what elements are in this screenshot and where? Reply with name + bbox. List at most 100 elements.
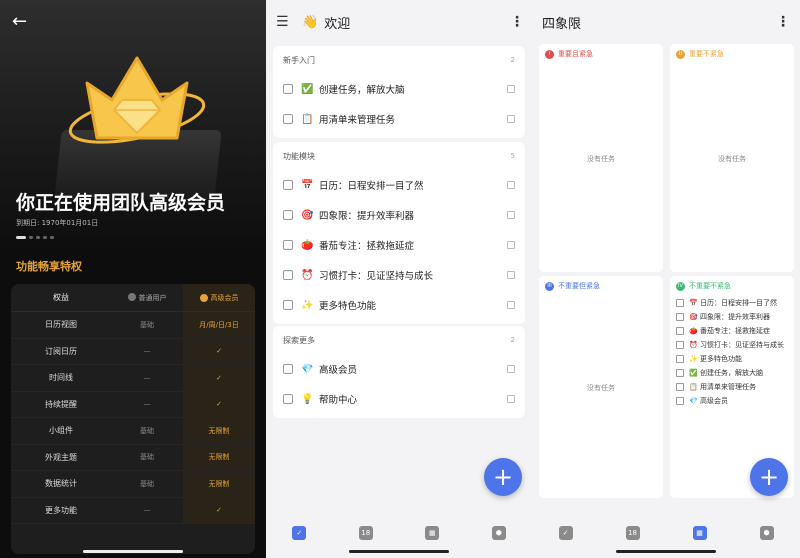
task-item[interactable]: 🎯 四象限：提升效率利器 <box>670 310 794 324</box>
membership-panel: ← 你正在使用团队高级会员 到期日: 1970年01月01日 功能畅享特权 权益… <box>0 0 266 558</box>
task-checkbox[interactable] <box>283 114 293 124</box>
task-item[interactable]: 🎯 四象限：提升效率利器 <box>273 200 525 230</box>
task-item[interactable]: ✅ 创建任务，解放大脑 <box>670 366 794 380</box>
quadrant-header: II 重要不紧急 <box>670 44 794 64</box>
quadrant-card[interactable]: III 不重要但紧急 没有任务 <box>539 276 663 498</box>
note-icon <box>507 241 515 249</box>
table-row: 时间线 — ✓ <box>11 365 255 392</box>
task-item[interactable]: 🍅 番茄专注：拯救拖延症 <box>670 324 794 338</box>
quadrant-header: I 重要且紧急 <box>539 44 663 64</box>
task-title: 日历：日程安排一目了然 <box>700 299 777 307</box>
carousel-dot <box>50 236 54 239</box>
add-task-button[interactable]: + <box>750 458 788 496</box>
benefit-name: 订阅日历 <box>45 346 77 356</box>
task-checkbox[interactable] <box>283 180 293 190</box>
task-title: 四象限：提升效率利器 <box>319 211 415 222</box>
task-checkbox[interactable] <box>676 299 684 307</box>
section-name: 新手入门 <box>283 55 315 65</box>
table-row: 外观主题 基础 无限制 <box>11 444 255 471</box>
task-checkbox[interactable] <box>283 84 293 94</box>
task-title: 高级会员 <box>319 365 358 376</box>
task-checkbox[interactable] <box>676 355 684 363</box>
task-item[interactable]: 💡 帮助中心 <box>273 384 525 414</box>
add-task-button[interactable]: + <box>484 458 522 496</box>
task-emoji: 📋 <box>689 383 698 391</box>
task-checkbox[interactable] <box>283 270 293 280</box>
task-emoji: ✅ <box>301 83 314 95</box>
task-checkbox[interactable] <box>676 341 684 349</box>
task-item[interactable]: 📋 用清单来管理任务 <box>273 104 525 134</box>
hexagon-icon[interactable]: ⬢ <box>491 526 506 540</box>
app-header: ☰ 👋 欢迎 <box>266 0 532 44</box>
basic-user-icon <box>127 292 136 301</box>
task-title: 习惯打卡：见证坚持与成长 <box>319 271 434 282</box>
premium-value: 月/周/日/3日 <box>183 312 255 338</box>
task-item[interactable]: ⏰ 习惯打卡：见证坚持与成长 <box>670 338 794 352</box>
task-item[interactable]: 💎 高级会员 <box>670 394 794 408</box>
quadrant-card[interactable]: I 重要且紧急 没有任务 <box>539 44 663 272</box>
quadrant-name: 重要且紧急 <box>558 50 593 58</box>
calendar-icon[interactable]: 18 <box>625 526 640 540</box>
task-checkbox[interactable] <box>676 313 684 321</box>
features-title: 功能畅享特权 <box>16 260 82 273</box>
table-row: 更多功能 — ✓ <box>11 497 255 524</box>
benefit-name: 更多功能 <box>45 505 77 515</box>
grid-icon[interactable]: ▦ <box>425 526 440 540</box>
task-item[interactable]: 📋 用清单来管理任务 <box>670 380 794 394</box>
task-checkbox[interactable] <box>283 394 293 404</box>
task-item[interactable]: ✨ 更多特色功能 <box>670 352 794 366</box>
card-padding <box>273 320 525 324</box>
checkbox-icon[interactable]: ✓ <box>558 526 573 540</box>
table-row: 日历视图 基础 月/周/日/3日 <box>11 312 255 339</box>
section-name: 探索更多 <box>283 335 315 345</box>
task-title: 番茄专注：拯救拖延症 <box>319 241 415 252</box>
task-checkbox[interactable] <box>676 383 684 391</box>
checkbox-icon[interactable]: ✓ <box>292 526 307 540</box>
basic-value: — <box>143 373 151 382</box>
grid-icon[interactable]: ▦ <box>692 526 707 540</box>
basic-value: — <box>143 506 151 515</box>
section-header[interactable]: 功能模块 5 <box>273 142 525 170</box>
home-indicator <box>349 550 449 553</box>
task-checkbox[interactable] <box>676 397 684 405</box>
table-row: 小组件 基础 无限制 <box>11 418 255 445</box>
note-icon <box>507 395 515 403</box>
more-options-icon[interactable]: ⋮ <box>510 14 524 30</box>
table-row: 订阅日历 — ✓ <box>11 338 255 365</box>
quadrant-number-badge: I <box>545 49 554 59</box>
more-options-icon[interactable]: ⋮ <box>776 14 790 30</box>
task-item[interactable]: ⏰ 习惯打卡：见证坚持与成长 <box>273 260 525 290</box>
task-emoji: 💡 <box>301 393 314 405</box>
task-item[interactable]: 📅 日历：日程安排一目了然 <box>273 170 525 200</box>
home-indicator <box>83 550 183 553</box>
task-emoji: ⏰ <box>689 341 698 349</box>
task-title: 更多特色功能 <box>319 301 377 312</box>
note-icon <box>507 115 515 123</box>
task-checkbox[interactable] <box>676 327 684 335</box>
calendar-icon[interactable]: 18 <box>358 526 373 540</box>
task-item[interactable]: 💎 高级会员 <box>273 354 525 384</box>
section-header[interactable]: 新手入门 2 <box>273 46 525 74</box>
task-checkbox[interactable] <box>283 300 293 310</box>
task-item[interactable]: ✅ 创建任务，解放大脑 <box>273 74 525 104</box>
hamburger-menu-icon[interactable]: ☰ <box>276 14 292 30</box>
task-checkbox[interactable] <box>283 364 293 374</box>
task-item[interactable]: ✨ 更多特色功能 <box>273 290 525 320</box>
task-emoji: 🍅 <box>301 239 314 251</box>
task-title: 四象限：提升效率利器 <box>700 313 770 321</box>
task-checkbox[interactable] <box>283 210 293 220</box>
section-header[interactable]: 探索更多 2 <box>273 326 525 354</box>
section-count: 2 <box>510 56 515 64</box>
hexagon-icon[interactable]: ⬢ <box>759 526 774 540</box>
hero-title: 你正在使用团队高级会员 <box>16 192 226 214</box>
task-item[interactable]: 🍅 番茄专注：拯救拖延症 <box>273 230 525 260</box>
card-padding <box>273 134 525 138</box>
task-checkbox[interactable] <box>283 240 293 250</box>
task-item[interactable]: 📅 日历：日程安排一目了然 <box>670 296 794 310</box>
quadrant-number-badge: III <box>545 281 554 291</box>
back-arrow-icon[interactable]: ← <box>12 12 32 32</box>
quadrant-card[interactable]: II 重要不紧急 没有任务 <box>670 44 794 272</box>
task-title: 创建任务，解放大脑 <box>700 369 763 377</box>
home-indicator <box>616 550 716 553</box>
task-checkbox[interactable] <box>676 369 684 377</box>
